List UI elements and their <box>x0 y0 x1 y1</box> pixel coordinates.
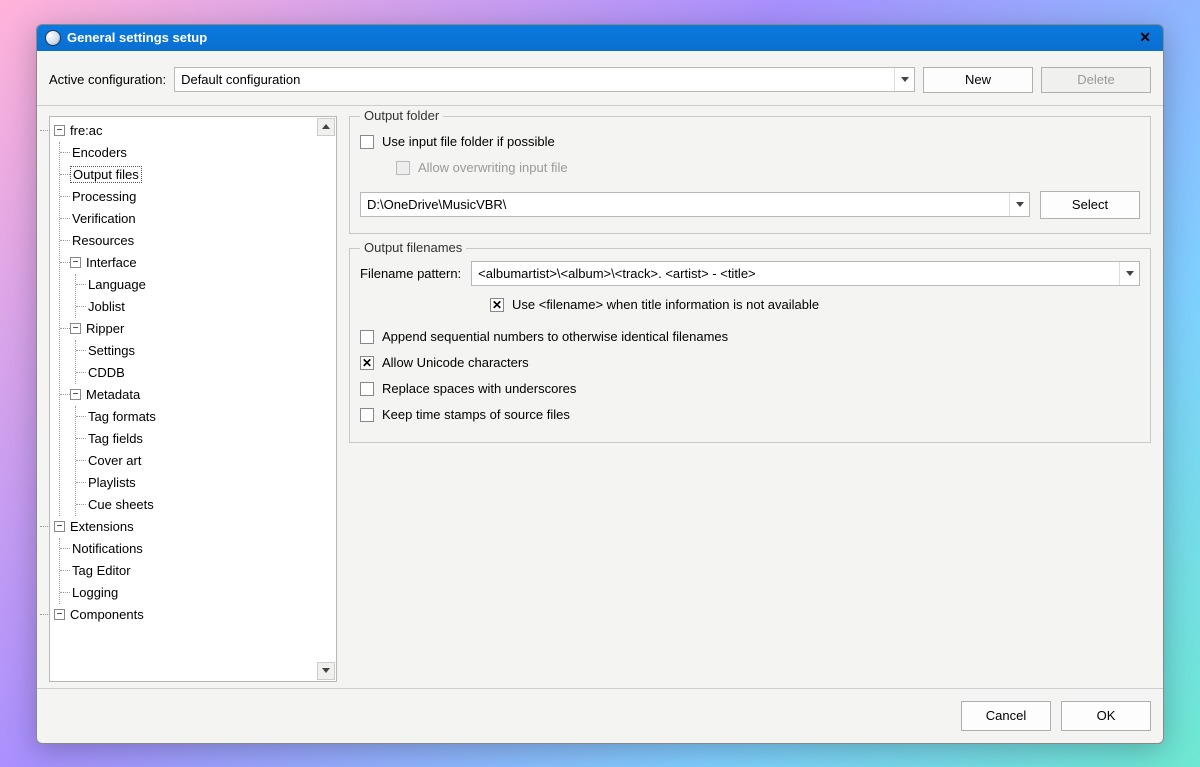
keep-timestamps-checkbox[interactable] <box>360 408 374 422</box>
scroll-up-icon[interactable] <box>317 118 335 136</box>
footer: Cancel OK <box>37 688 1163 743</box>
output-folder-value: D:\OneDrive\MusicVBR\ <box>367 197 506 212</box>
output-folder-combo[interactable]: D:\OneDrive\MusicVBR\ <box>360 192 1030 217</box>
settings-tree: − fre:ac Encoders Output files Processin… <box>49 116 337 682</box>
chevron-down-icon[interactable] <box>1119 262 1139 285</box>
cancel-button[interactable]: Cancel <box>961 701 1051 731</box>
close-icon[interactable]: ✕ <box>1135 29 1155 46</box>
tree-node-interface[interactable]: − Interface <box>70 252 336 274</box>
use-input-folder-checkbox[interactable] <box>360 135 374 149</box>
allow-unicode-checkbox[interactable]: ✕ <box>360 356 374 370</box>
tree-node-language[interactable]: Language <box>86 274 336 296</box>
tree-node-cddb[interactable]: CDDB <box>86 362 336 384</box>
append-seq-row: Append sequential numbers to otherwise i… <box>360 324 1140 350</box>
active-config-label: Active configuration: <box>49 72 166 87</box>
tree-node-joblist[interactable]: Joblist <box>86 296 336 318</box>
select-folder-button[interactable]: Select <box>1040 191 1140 219</box>
tree-node-tag-fields[interactable]: Tag fields <box>86 428 336 450</box>
replace-spaces-checkbox[interactable] <box>360 382 374 396</box>
allow-overwrite-checkbox <box>396 161 410 175</box>
tree-node-metadata[interactable]: − Metadata <box>70 384 336 406</box>
append-seq-checkbox[interactable] <box>360 330 374 344</box>
config-row: Active configuration: Default configurat… <box>37 51 1163 106</box>
tree-node-logging[interactable]: Logging <box>70 582 336 604</box>
keep-timestamps-row: Keep time stamps of source files <box>360 402 1140 428</box>
delete-config-button: Delete <box>1041 67 1151 93</box>
keep-timestamps-label: Keep time stamps of source files <box>382 407 570 422</box>
main-area: − fre:ac Encoders Output files Processin… <box>37 106 1163 688</box>
output-filenames-legend: Output filenames <box>360 240 466 255</box>
pattern-row: Filename pattern: <albumartist>\<album>\… <box>360 261 1140 286</box>
use-input-folder-row: Use input file folder if possible <box>360 129 1140 155</box>
use-input-folder-label: Use input file folder if possible <box>382 134 555 149</box>
active-config-value: Default configuration <box>181 72 300 87</box>
output-folder-legend: Output folder <box>360 108 443 123</box>
tree-node-components[interactable]: − Components <box>54 604 336 626</box>
output-folder-group: Output folder Use input file folder if p… <box>349 116 1151 234</box>
tree-node-verification[interactable]: Verification <box>70 208 336 230</box>
minus-icon[interactable]: − <box>54 125 65 136</box>
output-filenames-group: Output filenames Filename pattern: <albu… <box>349 248 1151 443</box>
minus-icon[interactable]: − <box>70 257 81 268</box>
pattern-label: Filename pattern: <box>360 266 461 281</box>
use-filename-checkbox[interactable]: ✕ <box>490 298 504 312</box>
pattern-combo[interactable]: <albumartist>\<album>\<track>. <artist> … <box>471 261 1140 286</box>
minus-icon[interactable]: − <box>70 389 81 400</box>
allow-overwrite-label: Allow overwriting input file <box>418 160 568 175</box>
settings-pane: Output folder Use input file folder if p… <box>349 116 1151 682</box>
tree-node-output-files[interactable]: Output files <box>70 164 336 186</box>
ok-button[interactable]: OK <box>1061 701 1151 731</box>
replace-spaces-label: Replace spaces with underscores <box>382 381 576 396</box>
window-title: General settings setup <box>67 30 1135 45</box>
tree-node-cover-art[interactable]: Cover art <box>86 450 336 472</box>
tree-node-ripper[interactable]: − Ripper <box>70 318 336 340</box>
append-seq-label: Append sequential numbers to otherwise i… <box>382 329 728 344</box>
allow-unicode-row: ✕ Allow Unicode characters <box>360 350 1140 376</box>
minus-icon[interactable]: − <box>70 323 81 334</box>
use-filename-row: ✕ Use <filename> when title information … <box>490 292 1140 318</box>
tree-node-encoders[interactable]: Encoders <box>70 142 336 164</box>
minus-icon[interactable]: − <box>54 521 65 532</box>
replace-spaces-row: Replace spaces with underscores <box>360 376 1140 402</box>
titlebar: General settings setup ✕ <box>37 25 1163 51</box>
tree-node-processing[interactable]: Processing <box>70 186 336 208</box>
use-filename-label: Use <filename> when title information is… <box>512 297 819 312</box>
output-folder-row: D:\OneDrive\MusicVBR\ Select <box>360 191 1140 219</box>
tree-node-cue-sheets[interactable]: Cue sheets <box>86 494 336 516</box>
minus-icon[interactable]: − <box>54 609 65 620</box>
tree-node-playlists[interactable]: Playlists <box>86 472 336 494</box>
tree-node-tag-formats[interactable]: Tag formats <box>86 406 336 428</box>
active-config-combo[interactable]: Default configuration <box>174 67 915 92</box>
allow-overwrite-row: Allow overwriting input file <box>396 155 1140 181</box>
allow-unicode-label: Allow Unicode characters <box>382 355 529 370</box>
tree-node-tag-editor[interactable]: Tag Editor <box>70 560 336 582</box>
app-icon <box>45 30 61 46</box>
tree-node-notifications[interactable]: Notifications <box>70 538 336 560</box>
settings-dialog: General settings setup ✕ Active configur… <box>36 24 1164 744</box>
tree-node-freac[interactable]: − fre:ac <box>54 120 336 142</box>
pattern-value: <albumartist>\<album>\<track>. <artist> … <box>478 266 755 281</box>
scroll-down-icon[interactable] <box>317 662 335 680</box>
chevron-down-icon[interactable] <box>894 68 914 91</box>
tree-node-resources[interactable]: Resources <box>70 230 336 252</box>
chevron-down-icon[interactable] <box>1009 193 1029 216</box>
new-config-button[interactable]: New <box>923 67 1033 93</box>
tree-node-extensions[interactable]: − Extensions <box>54 516 336 538</box>
tree-node-settings[interactable]: Settings <box>86 340 336 362</box>
